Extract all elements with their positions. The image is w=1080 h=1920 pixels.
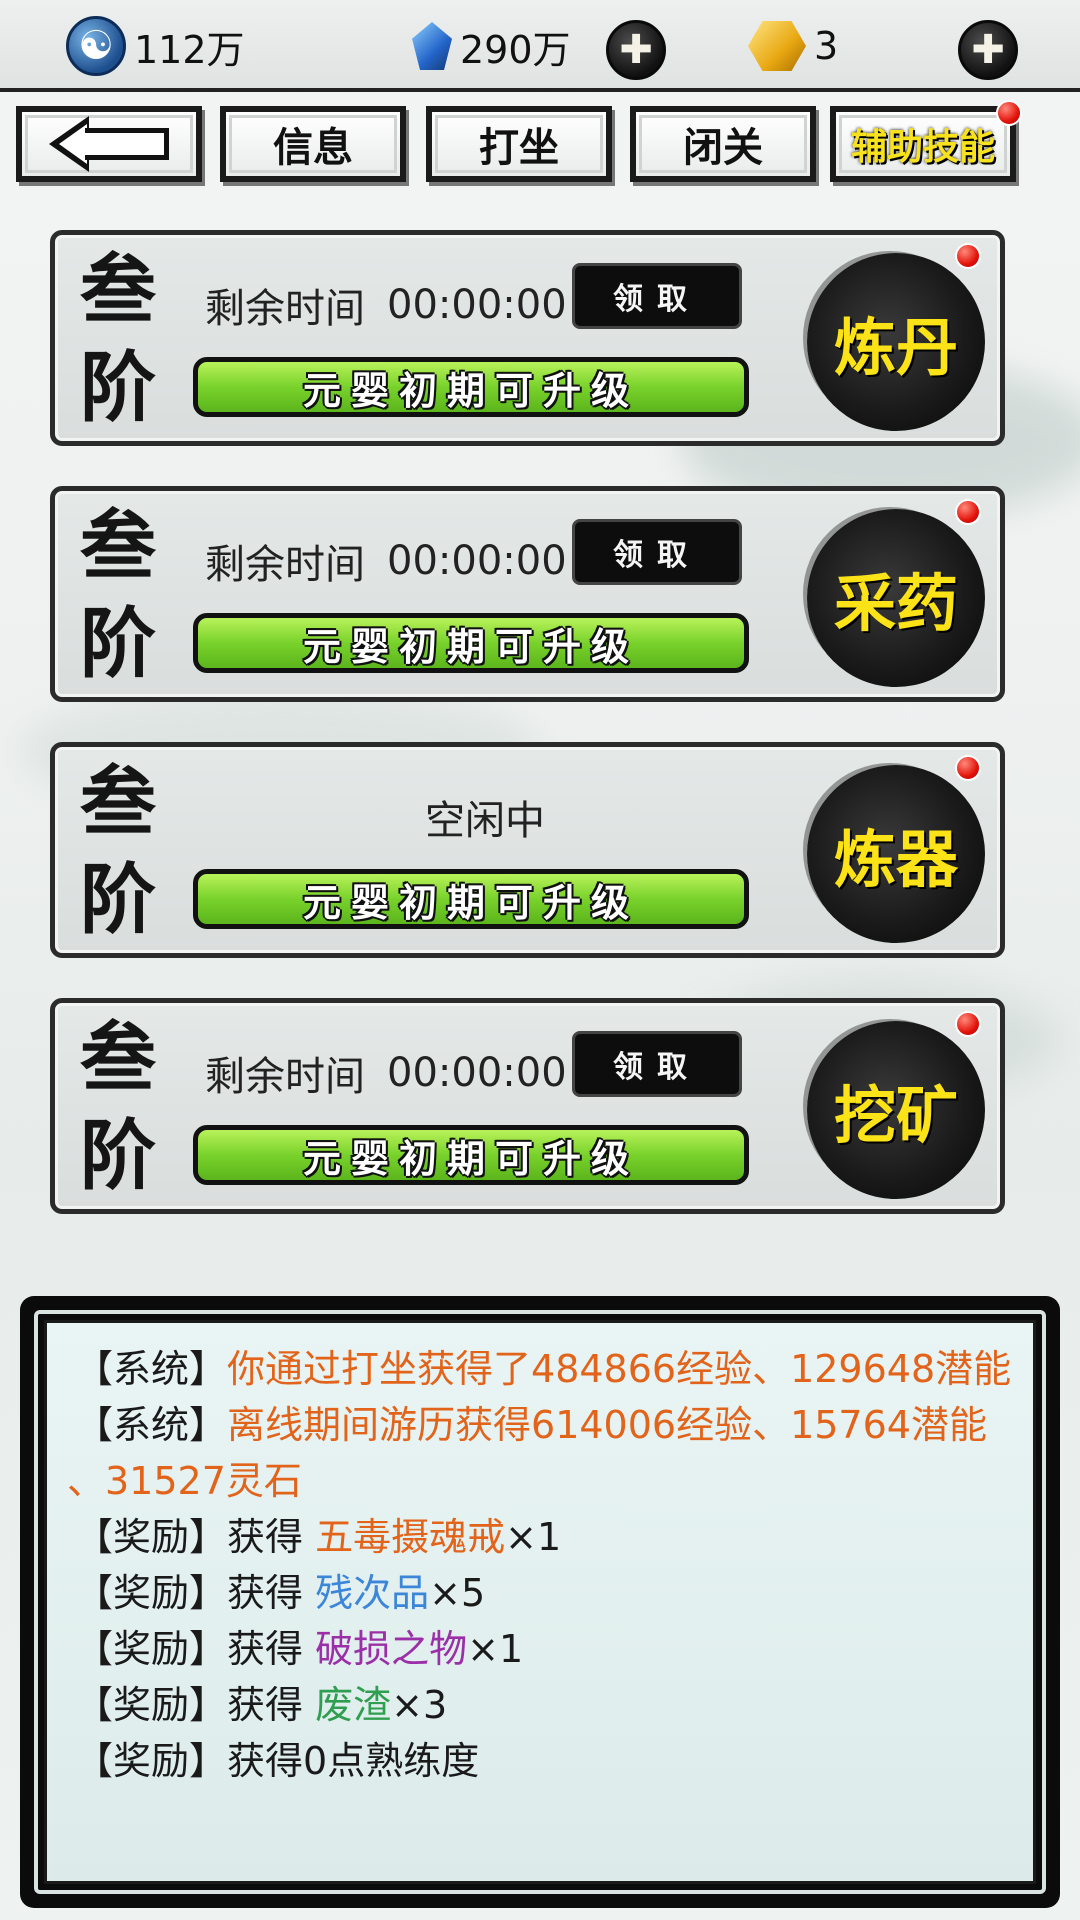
log-tag: 【奖励】 <box>75 1683 228 1727</box>
skill-card-forging: 叁阶 空闲中 元婴初期可升级 炼器 <box>50 742 1005 958</box>
log-qty: ×1 <box>467 1627 524 1671</box>
time-value: 00:00:00 <box>387 1050 567 1096</box>
upgrade-status-bar[interactable]: 元婴初期可升级 <box>193 357 749 417</box>
upgrade-status-text: 元婴初期可升级 <box>302 623 639 669</box>
time-label: 剩余时间 <box>205 542 365 588</box>
log-prefix: 获得 <box>227 1571 316 1615</box>
upgrade-status-bar[interactable]: 元婴初期可升级 <box>193 613 749 673</box>
log-text: 离线期间游历获得614006经验、15764潜能 <box>227 1403 987 1447</box>
log-qty: ×1 <box>505 1515 562 1559</box>
add-gems-button[interactable]: ✚ <box>606 20 666 80</box>
log-line: 【奖励】获得 残次品×5 <box>75 1565 1011 1621</box>
log-item: 废渣 <box>315 1683 392 1727</box>
time-value: 00:00:00 <box>387 538 567 584</box>
log-line: 、31527灵石 <box>67 1453 1011 1509</box>
log-item: 破损之物 <box>315 1627 468 1671</box>
yinyang-icon: ☯ <box>66 16 126 76</box>
alchemy-skill-button[interactable]: 炼丹 <box>807 253 985 431</box>
idle-status: 空闲中 <box>425 798 545 844</box>
notification-dot <box>955 1011 981 1037</box>
log-tag: 【奖励】 <box>75 1571 228 1615</box>
log-tag: 【奖励】 <box>75 1739 228 1783</box>
log-item: 五毒摄魂戒 <box>315 1515 506 1559</box>
log-prefix: 获得 <box>227 1683 316 1727</box>
skill-card-mining: 叁阶 剩余时间 00:00:00 领取 元婴初期可升级 挖矿 <box>50 998 1005 1214</box>
skill-label: 炼器 <box>833 823 958 896</box>
skill-card-alchemy: 叁阶 剩余时间 00:00:00 领取 元婴初期可升级 炼丹 <box>50 230 1005 446</box>
add-gold-button[interactable]: ✚ <box>958 20 1018 80</box>
upgrade-status-text: 元婴初期可升级 <box>302 367 639 413</box>
time-label: 剩余时间 <box>205 1054 365 1100</box>
tab-meditate[interactable]: 打坐 <box>426 106 612 182</box>
log-line: 【奖励】获得 五毒摄魂戒×1 <box>75 1509 1011 1565</box>
gem-resource: 290万 <box>412 18 571 74</box>
upgrade-status-text: 元婴初期可升级 <box>302 1135 639 1181</box>
notification-dot <box>955 243 981 269</box>
log-line: 【系统】离线期间游历获得614006经验、15764潜能 <box>75 1397 1011 1453</box>
blue-gem-icon <box>412 22 452 70</box>
claim-button[interactable]: 领取 <box>572 519 742 585</box>
tab-info[interactable]: 信息 <box>220 106 406 182</box>
back-arrow-icon <box>49 116 169 172</box>
skill-label: 炼丹 <box>833 311 958 384</box>
rank-label: 叁阶 <box>80 245 156 432</box>
log-text: 你通过打坐获得了484866经验、129648潜能 <box>227 1347 1012 1391</box>
message-log-panel: 【系统】你通过打坐获得了484866经验、129648潜能 【系统】离线期间游历… <box>20 1296 1060 1908</box>
tab-support-skills[interactable]: 辅助技能 <box>830 106 1016 182</box>
log-line: 【奖励】获得 废渣×3 <box>75 1677 1011 1733</box>
resource-bar: ☯ 112万 290万 ✚ 3 ✚ <box>0 0 1080 92</box>
log-line: 【系统】你通过打坐获得了484866经验、129648潜能 <box>75 1341 1011 1397</box>
remaining-time: 剩余时间 00:00:00 <box>205 1043 567 1103</box>
tab-seclusion[interactable]: 闭关 <box>630 106 816 182</box>
log-prefix: 获得 <box>227 1515 316 1559</box>
notification-dot <box>996 100 1022 126</box>
log-line: 【奖励】获得 破损之物×1 <box>75 1621 1011 1677</box>
log-qty: ×3 <box>391 1683 448 1727</box>
time-value: 00:00:00 <box>387 282 567 328</box>
remaining-time: 剩余时间 00:00:00 <box>205 531 567 591</box>
log-item: 残次品 <box>315 1571 430 1615</box>
spirit-value: 112万 <box>134 27 245 72</box>
remaining-time: 剩余时间 00:00:00 <box>205 275 567 335</box>
log-text: 获得0点熟练度 <box>227 1739 480 1783</box>
log-text: 、31527灵石 <box>67 1459 302 1503</box>
log-tag: 【系统】 <box>75 1403 228 1447</box>
claim-button[interactable]: 领取 <box>572 1031 742 1097</box>
skill-label: 挖矿 <box>833 1079 958 1152</box>
claim-button[interactable]: 领取 <box>572 263 742 329</box>
upgrade-status-bar[interactable]: 元婴初期可升级 <box>193 1125 749 1185</box>
notification-dot <box>955 499 981 525</box>
skill-label: 采药 <box>833 567 958 640</box>
message-log[interactable]: 【系统】你通过打坐获得了484866经验、129648潜能 【系统】离线期间游历… <box>44 1320 1036 1884</box>
notification-dot <box>955 755 981 781</box>
gold-ingot-icon <box>748 21 806 71</box>
mining-skill-button[interactable]: 挖矿 <box>807 1021 985 1199</box>
spirit-resource: ☯ 112万 <box>66 16 245 76</box>
rank-label: 叁阶 <box>80 501 156 688</box>
gem-value: 290万 <box>460 27 571 72</box>
log-tag: 【奖励】 <box>75 1627 228 1671</box>
herbalism-skill-button[interactable]: 采药 <box>807 509 985 687</box>
log-tag: 【系统】 <box>75 1347 228 1391</box>
log-prefix: 获得 <box>227 1627 316 1671</box>
back-button[interactable] <box>16 106 202 182</box>
forging-skill-button[interactable]: 炼器 <box>807 765 985 943</box>
gold-resource: 3 <box>748 18 838 74</box>
log-tag: 【奖励】 <box>75 1515 228 1559</box>
log-line: 【奖励】获得0点熟练度 <box>75 1733 1011 1789</box>
upgrade-status-text: 元婴初期可升级 <box>302 879 639 925</box>
gold-value: 3 <box>814 24 839 68</box>
log-qty: ×5 <box>429 1571 486 1615</box>
rank-label: 叁阶 <box>80 757 156 944</box>
upgrade-status-bar[interactable]: 元婴初期可升级 <box>193 869 749 929</box>
rank-label: 叁阶 <box>80 1013 156 1200</box>
skill-card-herbalism: 叁阶 剩余时间 00:00:00 领取 元婴初期可升级 采药 <box>50 486 1005 702</box>
time-label: 剩余时间 <box>205 286 365 332</box>
